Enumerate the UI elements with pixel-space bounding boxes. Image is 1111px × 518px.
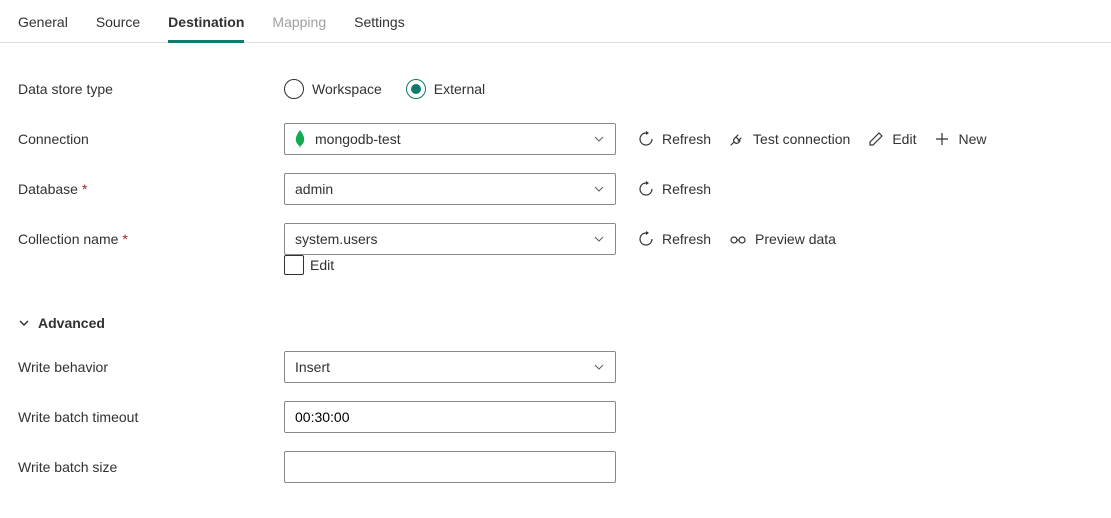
database-actions: Refresh bbox=[616, 181, 711, 197]
action-label: Refresh bbox=[662, 181, 711, 197]
mongodb-icon bbox=[295, 130, 305, 148]
refresh-icon bbox=[638, 231, 654, 247]
collection-select[interactable]: system.users bbox=[284, 223, 616, 255]
write-batch-timeout-input[interactable] bbox=[295, 402, 605, 432]
label-write-batch-timeout: Write batch timeout bbox=[18, 409, 284, 425]
write-batch-size-input[interactable] bbox=[295, 452, 605, 482]
preview-data-button[interactable]: Preview data bbox=[729, 231, 836, 247]
label-write-behavior: Write behavior bbox=[18, 359, 284, 375]
label-text: Write batch size bbox=[18, 459, 117, 475]
write-behavior-value: Insert bbox=[295, 359, 593, 375]
connection-select[interactable]: mongodb-test bbox=[284, 123, 616, 155]
row-collection: Collection name * system.users Refresh P… bbox=[18, 223, 1093, 255]
radio-circle-icon bbox=[284, 79, 304, 99]
collection-value: system.users bbox=[295, 231, 593, 247]
advanced-toggle[interactable]: Advanced bbox=[18, 315, 1093, 331]
tab-bar: General Source Destination Mapping Setti… bbox=[0, 0, 1111, 43]
refresh-icon bbox=[638, 181, 654, 197]
label-text: Collection name bbox=[18, 231, 118, 247]
required-asterisk: * bbox=[122, 231, 127, 247]
row-write-behavior: Write behavior Insert bbox=[18, 351, 1093, 383]
connection-actions: Refresh Test connection Edit New bbox=[616, 131, 986, 147]
plus-icon bbox=[934, 131, 950, 147]
label-text: Write batch timeout bbox=[18, 409, 138, 425]
chevron-down-icon bbox=[593, 233, 605, 245]
label-database: Database * bbox=[18, 181, 284, 197]
tab-source[interactable]: Source bbox=[96, 14, 140, 43]
tab-label: Source bbox=[96, 14, 140, 30]
row-edit-checkbox: Edit bbox=[18, 263, 1093, 297]
database-value: admin bbox=[295, 181, 593, 197]
label-text: Connection bbox=[18, 131, 89, 147]
connection-value: mongodb-test bbox=[295, 130, 593, 148]
row-write-batch-size: Write batch size bbox=[18, 451, 1093, 483]
new-button[interactable]: New bbox=[934, 131, 986, 147]
radio-external[interactable]: External bbox=[406, 79, 485, 99]
label-connection: Connection bbox=[18, 131, 284, 147]
edit-button[interactable]: Edit bbox=[868, 131, 916, 147]
tab-destination[interactable]: Destination bbox=[168, 14, 244, 43]
chevron-down-icon bbox=[593, 183, 605, 195]
action-label: Test connection bbox=[753, 131, 850, 147]
select-text: system.users bbox=[295, 231, 377, 247]
glasses-icon bbox=[729, 231, 747, 247]
refresh-icon bbox=[638, 131, 654, 147]
refresh-button[interactable]: Refresh bbox=[638, 181, 711, 197]
refresh-button[interactable]: Refresh bbox=[638, 131, 711, 147]
tab-general[interactable]: General bbox=[18, 14, 68, 43]
row-write-batch-timeout: Write batch timeout bbox=[18, 401, 1093, 433]
select-text: Insert bbox=[295, 359, 330, 375]
write-batch-size-input-wrapper bbox=[284, 451, 616, 483]
action-label: Refresh bbox=[662, 231, 711, 247]
label-collection: Collection name * bbox=[18, 231, 284, 247]
label-text: Database bbox=[18, 181, 78, 197]
collection-actions: Refresh Preview data bbox=[616, 231, 836, 247]
action-label: Edit bbox=[892, 131, 916, 147]
label-write-batch-size: Write batch size bbox=[18, 459, 284, 475]
radio-label: External bbox=[434, 81, 485, 97]
tab-label: General bbox=[18, 14, 68, 30]
pencil-icon bbox=[868, 131, 884, 147]
action-label: Refresh bbox=[662, 131, 711, 147]
row-connection: Connection mongodb-test Refresh Test con… bbox=[18, 123, 1093, 155]
write-batch-timeout-input-wrapper bbox=[284, 401, 616, 433]
write-behavior-select[interactable]: Insert bbox=[284, 351, 616, 383]
select-text: admin bbox=[295, 181, 333, 197]
row-database: Database * admin Refresh bbox=[18, 173, 1093, 205]
control-data-store-type: Workspace External bbox=[284, 79, 616, 99]
database-select[interactable]: admin bbox=[284, 173, 616, 205]
tab-label: Settings bbox=[354, 14, 405, 30]
tab-settings[interactable]: Settings bbox=[354, 14, 405, 43]
advanced-label: Advanced bbox=[38, 315, 105, 331]
select-text: mongodb-test bbox=[315, 131, 401, 147]
row-data-store-type: Data store type Workspace External bbox=[18, 73, 1093, 105]
plug-icon bbox=[729, 131, 745, 147]
chevron-down-icon bbox=[593, 361, 605, 373]
radio-label: Workspace bbox=[312, 81, 382, 97]
required-asterisk: * bbox=[82, 181, 87, 197]
test-connection-button[interactable]: Test connection bbox=[729, 131, 850, 147]
destination-form: Data store type Workspace External Conne… bbox=[0, 43, 1111, 483]
edit-checkbox[interactable] bbox=[284, 255, 304, 275]
radio-workspace[interactable]: Workspace bbox=[284, 79, 382, 99]
action-label: New bbox=[958, 131, 986, 147]
edit-checkbox-label: Edit bbox=[310, 257, 334, 273]
tab-mapping[interactable]: Mapping bbox=[272, 14, 326, 43]
label-data-store-type: Data store type bbox=[18, 81, 284, 97]
label-text: Data store type bbox=[18, 81, 113, 97]
data-store-type-radio-group: Workspace External bbox=[284, 79, 485, 99]
action-label: Preview data bbox=[755, 231, 836, 247]
chevron-down-icon bbox=[18, 317, 30, 329]
chevron-down-icon bbox=[593, 133, 605, 145]
refresh-button[interactable]: Refresh bbox=[638, 231, 711, 247]
edit-checkbox-wrapper: Edit bbox=[284, 255, 334, 275]
radio-circle-icon bbox=[406, 79, 426, 99]
label-text: Write behavior bbox=[18, 359, 108, 375]
tab-label: Destination bbox=[168, 14, 244, 30]
tab-label: Mapping bbox=[272, 14, 326, 30]
